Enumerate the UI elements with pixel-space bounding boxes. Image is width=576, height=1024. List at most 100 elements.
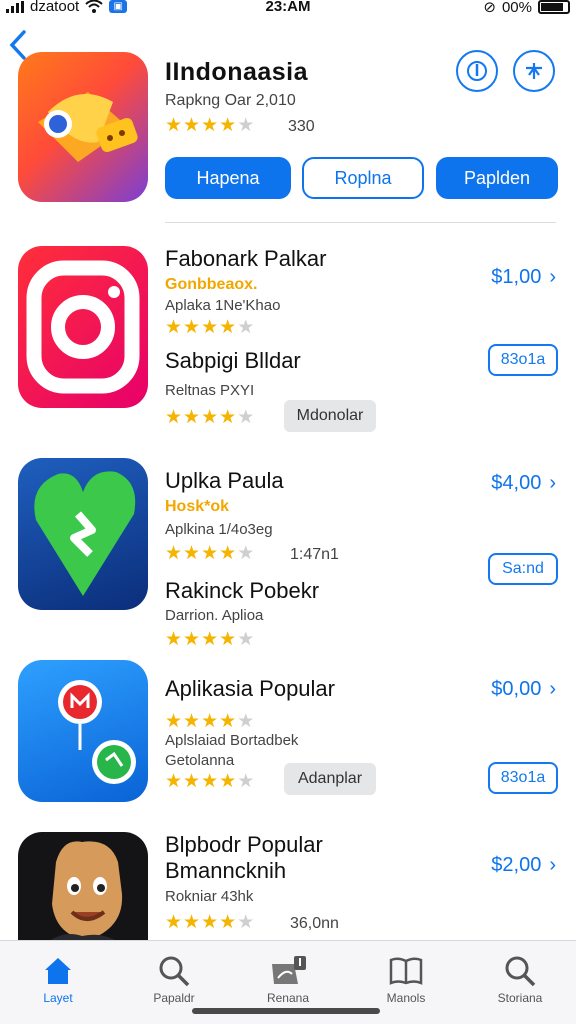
star-icon: ★ [201,407,219,428]
app-tag: Hosk*ok [165,498,230,515]
star-icon: ★ [183,543,201,564]
tab-label: Manols [386,991,426,1005]
star-icon: ★ [201,771,219,792]
tab-button-paplden[interactable]: Paplden [436,157,558,199]
search-icon [159,956,190,987]
price-button[interactable]: $2,00 › [491,854,556,877]
rating-count: 36,0nn [290,915,339,932]
price-button[interactable]: $1,00 › [491,266,556,289]
tab-label: Renana [266,991,310,1005]
app-tag: Gonbbeaox. [165,276,258,293]
tab-papaldr[interactable]: Papaldr [124,951,224,1005]
star-icon: ★ [183,771,201,792]
messenger-icon[interactable] [18,660,148,802]
heart-bolt-icon[interactable] [18,458,148,610]
star-icon: ★ [183,912,201,933]
star-icon: ★ [219,115,237,136]
app-subtitle-secondary: Getolanna [165,752,235,769]
pin-icon [526,63,542,79]
app-subtitle: Aplkina 1/4o3eg [165,521,273,538]
star-icon: ★ [237,317,255,338]
star-icon: ★ [165,711,183,732]
chevron-right-icon: › [549,678,556,700]
app-rating: ★ ★ ★ ★ ★ [165,318,254,337]
star-icon: ★ [183,711,201,732]
chevron-right-icon: › [549,472,556,494]
category-chip[interactable]: Mdonolar [284,400,376,432]
character-icon[interactable] [18,832,148,952]
app-name-secondary: Rakinck Pobekr [165,578,320,603]
get-button[interactable]: Sa:nd [488,553,558,585]
app-rating: ★ ★ ★ ★ ★ [165,712,254,731]
bookmark-badge-icon [272,956,306,984]
featured-app-icon[interactable] [18,52,148,202]
camera-icon[interactable] [18,246,148,408]
download-button[interactable] [456,50,498,92]
header-rating-count: 330 [288,118,315,135]
tab-renana[interactable]: Renana [238,951,338,1005]
star-icon: ★ [165,115,183,136]
app-rating-secondary: ★ ★ ★ ★ ★ [165,772,254,791]
status-bar: dzatoot ▣ 23:AM ⊘ 00% [0,0,576,18]
star-icon: ★ [183,317,201,338]
app-subtitle: Rokniar 43hk [165,888,254,905]
star-icon: ★ [201,115,219,136]
tab-manols[interactable]: Manols [356,951,456,1005]
page-title: IIndonaasia [165,58,309,86]
divider [165,222,556,223]
category-chip[interactable]: Adanplar [284,763,376,795]
app-rating-secondary: ★ ★ ★ ★ ★ [165,630,254,649]
rating-count: 1:47n1 [290,546,339,563]
star-icon: ★ [219,629,237,650]
price-button[interactable]: $4,00 › [491,472,556,495]
star-icon: ★ [183,407,201,428]
star-icon: ★ [201,912,219,933]
price-label: $1,00 [491,266,542,288]
pin-button[interactable] [513,50,555,92]
star-icon: ★ [237,912,255,933]
app-rating-secondary: ★ ★ ★ ★ ★ [165,408,254,427]
tab-storiana[interactable]: Storiana [470,951,570,1005]
app-subtitle: Aplslaiad Bortadbek [165,732,299,749]
app-subtitle: Aplaka 1Ne'Khao [165,297,281,314]
tab-label: Layet [43,991,73,1005]
star-icon: ★ [219,711,237,732]
app-name: Blpbodr Popular [165,832,323,857]
star-icon: ★ [165,771,183,792]
tab-layet[interactable]: Layet [8,951,108,1005]
tab-button-roplna[interactable]: Roplna [302,157,424,199]
app-name-secondary: Sabpigi Blldar [165,348,301,373]
download-icon [467,61,487,81]
star-icon: ★ [219,317,237,338]
app-name-secondary: Bmanncknih [165,858,287,883]
header-rating: ★ ★ ★ ★ ★ [165,116,254,135]
tab-label: Storiana [497,991,543,1005]
app-subtitle-secondary: Reltnas PXYI [165,382,255,399]
star-icon: ★ [165,629,183,650]
tab-button-hapena[interactable]: Hapena [165,157,291,199]
home-indicator [192,1008,380,1014]
star-icon: ★ [219,407,237,428]
header-subtitle: Rapkng Oar 2,010 [165,92,296,109]
app-name: Aplikasia Popular [165,676,335,701]
star-icon: ★ [183,629,201,650]
star-icon: ★ [237,543,255,564]
battery-icon [538,0,570,14]
price-label: $4,00 [491,472,542,494]
get-button[interactable]: 83o1a [488,344,558,376]
chevron-right-icon: › [549,266,556,288]
star-icon: ★ [165,407,183,428]
star-icon: ★ [237,629,255,650]
star-icon: ★ [165,543,183,564]
chevron-right-icon: › [549,854,556,876]
search-icon [505,956,536,987]
app-name: Uplka Paula [165,468,284,493]
star-icon: ★ [201,317,219,338]
app-name: Fabonark Palkar [165,246,327,271]
star-icon: ★ [237,407,255,428]
price-button[interactable]: $0,00 › [491,678,556,701]
battery-percent: 00% [501,0,532,16]
get-button[interactable]: 83o1a [488,762,558,794]
app-rating: ★ ★ ★ ★ ★ [165,913,254,932]
star-icon: ★ [237,771,255,792]
